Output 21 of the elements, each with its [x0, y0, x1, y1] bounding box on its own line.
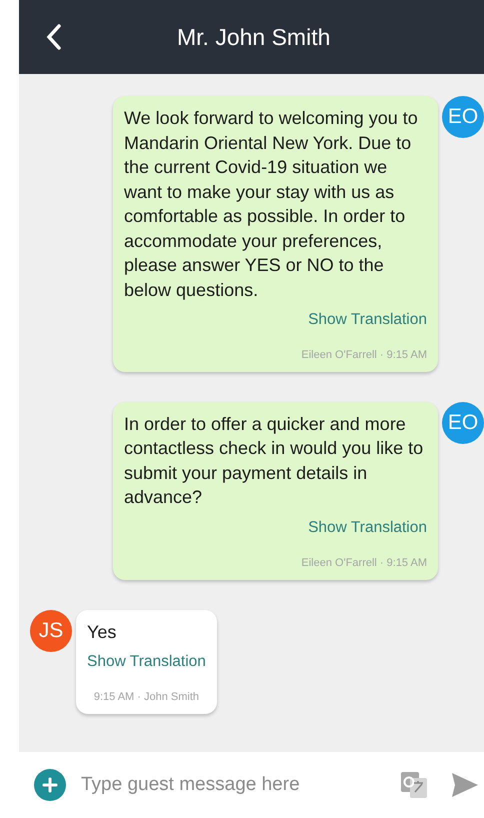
- message-meta: Eileen O'Farrell · 9:15 AM: [301, 556, 427, 571]
- translate-icon: [399, 770, 429, 800]
- message-input[interactable]: Type guest message here: [81, 770, 398, 800]
- add-button[interactable]: [34, 769, 66, 801]
- message-text: In order to offer a quicker and more contactless check in would you like to submit your payment details in advance?: [124, 412, 424, 510]
- show-translation-link[interactable]: Show Translation: [308, 516, 427, 539]
- send-button[interactable]: [450, 770, 480, 800]
- message-meta: Eileen O'Farrell · 9:15 AM: [301, 348, 427, 364]
- message-text: We look forward to welcoming you to Mandarin Oriental New York. Due to the current Covid-19 situation we want to make your stay with us as comfortable as possible. In order to accommodate your preferences, please answer YES or NO to the below questions.: [124, 107, 419, 302]
- back-icon: [46, 24, 62, 50]
- plus-icon: [42, 777, 58, 793]
- header-title: Mr. John Smith: [177, 22, 330, 52]
- avatar: EO: [442, 402, 484, 444]
- show-translation-link[interactable]: Show Translation: [308, 308, 427, 332]
- send-icon: [451, 772, 479, 798]
- show-translation-link[interactable]: Show Translation: [87, 650, 206, 674]
- message-meta: 9:15 AM · John Smith: [94, 690, 200, 706]
- avatar: EO: [442, 96, 484, 138]
- avatar: JS: [30, 610, 72, 652]
- translate-button[interactable]: [398, 769, 430, 801]
- message-text: Yes: [87, 620, 118, 644]
